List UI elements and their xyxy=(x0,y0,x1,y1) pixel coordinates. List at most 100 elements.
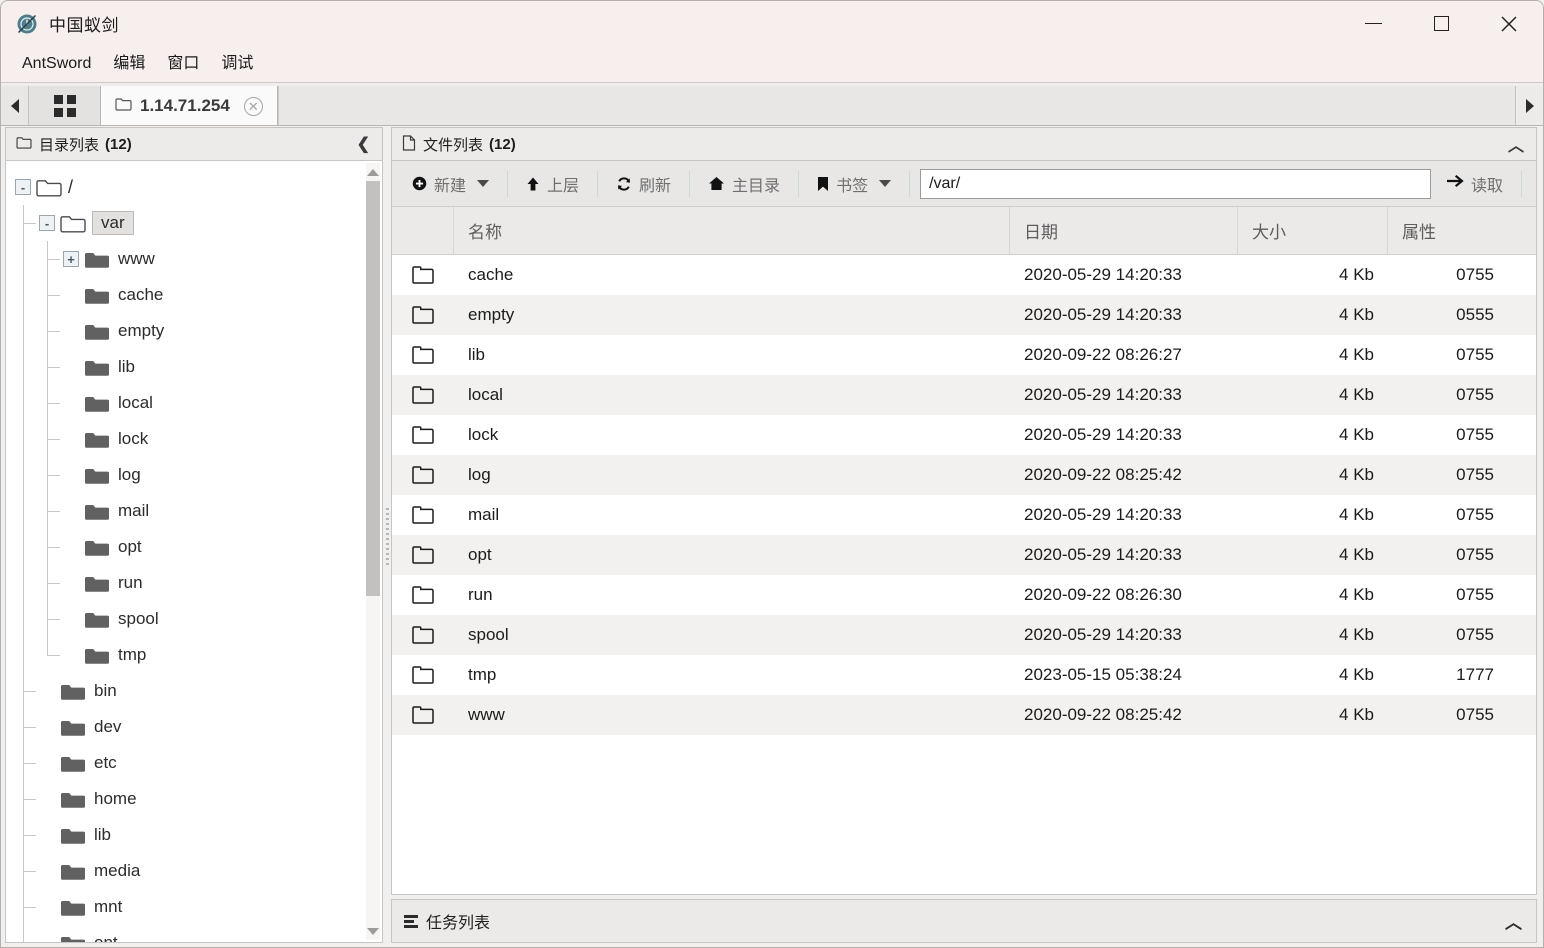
tree-node-dev[interactable]: dev xyxy=(12,709,366,745)
file-date: 2020-09-22 08:26:30 xyxy=(1024,585,1182,604)
file-row[interactable]: spool 2020-05-29 14:20:33 4 Kb 0755 xyxy=(392,615,1536,655)
file-row[interactable]: local 2020-05-29 14:20:33 4 Kb 0755 xyxy=(392,375,1536,415)
tree-node-opt[interactable]: opt xyxy=(12,925,366,942)
tree-indent xyxy=(12,241,36,277)
tab-grid-view[interactable] xyxy=(29,86,101,125)
file-name: mail xyxy=(468,505,500,524)
tree-indent xyxy=(12,745,36,781)
tree-node-log[interactable]: log xyxy=(12,457,366,493)
path-input[interactable] xyxy=(920,168,1431,199)
bookmark-button[interactable]: 书签 xyxy=(805,168,903,200)
tree-node-bin[interactable]: bin xyxy=(12,673,366,709)
triangle-up-icon[interactable] xyxy=(367,163,379,181)
tree-toggle-expand-icon[interactable]: + xyxy=(63,251,79,267)
file-attr: 0755 xyxy=(1456,545,1494,564)
tree-toggle-cell xyxy=(36,745,60,781)
tree-toggle-cell xyxy=(36,853,60,889)
folder-icon xyxy=(84,574,110,593)
file-row[interactable]: www 2020-09-22 08:25:42 4 Kb 0755 xyxy=(392,695,1536,735)
tree-scrollbar-thumb[interactable] xyxy=(366,181,380,596)
tree-indent xyxy=(36,241,60,277)
file-row[interactable]: lib 2020-09-22 08:26:27 4 Kb 0755 xyxy=(392,335,1536,375)
column-header-size[interactable]: 大小 xyxy=(1238,207,1388,254)
file-row[interactable]: mail 2020-05-29 14:20:33 4 Kb 0755 xyxy=(392,495,1536,535)
tree-node-www[interactable]: + www xyxy=(12,241,366,277)
home-button[interactable]: 主目录 xyxy=(696,168,792,200)
file-row[interactable]: tmp 2023-05-15 05:38:24 4 Kb 1777 xyxy=(392,655,1536,695)
new-button-label: 新建 xyxy=(434,177,467,195)
tree-scrollbar[interactable] xyxy=(366,163,380,940)
file-row[interactable]: lock 2020-05-29 14:20:33 4 Kb 0755 xyxy=(392,415,1536,455)
tree-node-mail[interactable]: mail xyxy=(12,493,366,529)
chevron-up-icon[interactable]: ︿ xyxy=(1505,909,1522,934)
directory-tree[interactable]: - / - var + www cache empty lib local lock log mail o… xyxy=(6,161,366,942)
tree-node-cache[interactable]: cache xyxy=(12,277,366,313)
tree-scrollbar-track[interactable] xyxy=(366,181,380,922)
file-attr: 0755 xyxy=(1456,345,1494,364)
maximize-icon[interactable] xyxy=(1407,1,1475,46)
file-row[interactable]: cache 2020-05-29 14:20:33 4 Kb 0755 xyxy=(392,255,1536,295)
column-header-icon[interactable] xyxy=(392,207,454,254)
tab-scroll-right-button[interactable] xyxy=(1515,86,1543,125)
tree-toggle-collapse-icon[interactable]: - xyxy=(39,215,55,231)
minimize-icon[interactable] xyxy=(1339,1,1407,46)
file-list-container: 新建 上层 刷新 主目录 书签 /var/ 读取 名称 日期 大小 属性 cac… xyxy=(391,161,1537,895)
task-panel-title: 任务列表 xyxy=(426,915,491,932)
tree-node-empty[interactable]: empty xyxy=(12,313,366,349)
tree-node-spool[interactable]: spool xyxy=(12,601,366,637)
tree-node-var[interactable]: - var xyxy=(12,205,366,241)
file-date: 2020-05-29 14:20:33 xyxy=(1024,425,1182,444)
panel-splitter[interactable] xyxy=(383,127,391,947)
tree-node-home[interactable]: home xyxy=(12,781,366,817)
file-row[interactable]: opt 2020-05-29 14:20:33 4 Kb 0755 xyxy=(392,535,1536,575)
tree-indent xyxy=(36,493,60,529)
tree-node-tmp[interactable]: tmp xyxy=(12,637,366,673)
tree-node-lib[interactable]: lib xyxy=(12,349,366,385)
tree-toggle-collapse-icon[interactable]: - xyxy=(15,179,31,195)
home-button-label: 主目录 xyxy=(732,177,781,195)
close-icon[interactable] xyxy=(1475,1,1543,46)
tree-node-opt[interactable]: opt xyxy=(12,529,366,565)
file-panel-header: 文件列表 (12) ︿ xyxy=(391,127,1537,161)
up-button[interactable]: 上层 xyxy=(514,168,591,200)
tab-scroll-left-button[interactable] xyxy=(1,86,29,125)
menu-item-antsword[interactable]: AntSword xyxy=(13,53,100,75)
refresh-button[interactable]: 刷新 xyxy=(604,168,683,200)
antsword-logo-icon xyxy=(15,12,39,36)
tree-node-mnt[interactable]: mnt xyxy=(12,889,366,925)
grid-icon xyxy=(53,94,76,117)
menu-item-window[interactable]: 窗口 xyxy=(158,53,208,75)
menu-item-debug[interactable]: 调试 xyxy=(212,53,262,75)
file-name: tmp xyxy=(468,665,497,684)
new-button[interactable]: 新建 xyxy=(400,168,501,200)
read-button[interactable]: 读取 xyxy=(1435,168,1515,200)
file-row[interactable]: run 2020-09-22 08:26:30 4 Kb 0755 xyxy=(392,575,1536,615)
tree-node-[interactable]: - / xyxy=(12,169,366,205)
folder-outline-icon xyxy=(16,136,32,152)
chevron-up-icon[interactable]: ︿ xyxy=(1508,132,1524,156)
column-header-attr[interactable]: 属性 xyxy=(1388,207,1536,254)
file-row[interactable]: log 2020-09-22 08:25:42 4 Kb 0755 xyxy=(392,455,1536,495)
column-header-date[interactable]: 日期 xyxy=(1010,207,1238,254)
close-circle-icon[interactable]: ✕ xyxy=(243,96,263,116)
tree-node-etc[interactable]: etc xyxy=(12,745,366,781)
tree-node-label: home xyxy=(94,789,137,808)
caret-down-icon[interactable] xyxy=(477,180,490,187)
column-header-name[interactable]: 名称 xyxy=(454,207,1010,254)
task-panel-header[interactable]: 任务列表 ︿ xyxy=(391,899,1537,943)
tree-node-label: opt xyxy=(118,537,142,556)
tree-node-label: media xyxy=(94,861,141,880)
caret-down-icon[interactable] xyxy=(879,180,892,187)
tree-node-media[interactable]: media xyxy=(12,853,366,889)
tree-node-lib[interactable]: lib xyxy=(12,817,366,853)
tree-node-local[interactable]: local xyxy=(12,385,366,421)
tree-node-run[interactable]: run xyxy=(12,565,366,601)
tab-1-14-71-254[interactable]: 1.14.71.254 ✕ xyxy=(101,86,278,125)
menu-item-edit[interactable]: 编辑 xyxy=(104,53,154,75)
triangle-down-icon[interactable] xyxy=(367,922,379,940)
tree-node-lock[interactable]: lock xyxy=(12,421,366,457)
tree-toggle-cell xyxy=(60,385,84,421)
bookmark-button-label: 书签 xyxy=(836,177,869,195)
file-row[interactable]: empty 2020-05-29 14:20:33 4 Kb 0555 xyxy=(392,295,1536,335)
chevron-left-icon[interactable]: ❮ xyxy=(357,134,370,154)
